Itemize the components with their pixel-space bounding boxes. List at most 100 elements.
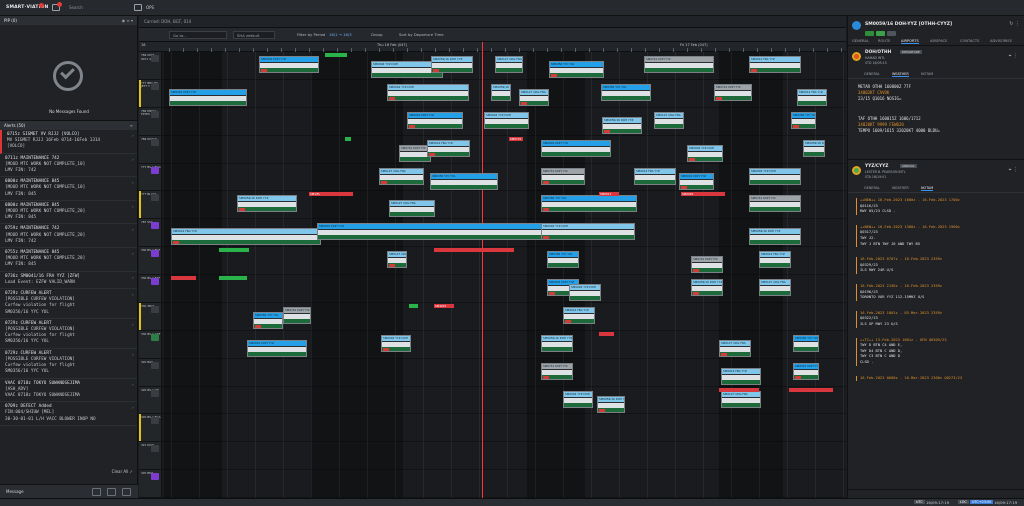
aircraft-action-icon[interactable]: [151, 194, 159, 202]
message-button[interactable]: Message: [6, 489, 24, 494]
chevron-right-icon[interactable]: ›: [132, 180, 134, 186]
clear-all-button[interactable]: Clear All ✓: [112, 469, 133, 474]
flight-block[interactable]: SM0059/16 DOH YYZ: [691, 279, 723, 296]
flight-block[interactable]: SM0004 YYZ DOH: [569, 284, 601, 301]
flight-block[interactable]: SM0059/16 DOH YYZ: [803, 139, 825, 157]
subtab-general[interactable]: GENERAL: [864, 186, 880, 190]
aircraft-registration[interactable]: 789 0C0CD: [139, 135, 162, 163]
aircraft-registration[interactable]: 787 SSC: [139, 219, 162, 247]
delay-bar[interactable]: [599, 331, 614, 336]
flight-block[interactable]: SM0059/16 DOH YYZ: [431, 56, 473, 73]
crosshair-icon[interactable]: ⌖ ⋮: [1009, 167, 1018, 173]
flight-block[interactable]: SM0356 YYC YUL: [601, 83, 651, 101]
notam-item[interactable]: 16.Feb.2023 2156z - 16.Feb.2023 2359z Q01…: [856, 284, 1011, 301]
flight-block[interactable]: SM0741 DOH YYC: [691, 256, 723, 274]
flight-block[interactable]: SM0014 FRA YYZ: [749, 56, 801, 73]
flight-block[interactable]: SM0004 YYZ DOH: [381, 334, 411, 352]
aircraft-action-icon[interactable]: [151, 222, 159, 230]
tab-general[interactable]: GENERAL: [852, 39, 869, 43]
aircraft-registration[interactable]: 320 BS-A YPI: [139, 386, 162, 414]
flight-block[interactable]: SM0741 DOH YYC: [644, 56, 714, 73]
ground-bar[interactable]: [345, 136, 351, 141]
flight-block[interactable]: SM0001 DOH YYZ: [679, 172, 714, 190]
flight-block[interactable]: SM0059/16 DOH YYZ: [602, 116, 642, 134]
subtab-general[interactable]: GENERAL: [864, 72, 880, 76]
tab-advisories[interactable]: ADVISORIES: [990, 39, 1012, 43]
flight-block[interactable]: SM0741 DOH YYC: [541, 167, 585, 185]
list-icon[interactable]: [92, 488, 101, 496]
aircraft-action-icon[interactable]: [151, 82, 159, 90]
pip-controls-icon[interactable]: ◉ ≡ ▾: [122, 18, 133, 23]
flight-block[interactable]: SM0356 YYC YUL: [549, 61, 604, 78]
flight-block[interactable]: SM0741 DOH YYC: [283, 306, 311, 324]
flight-block[interactable]: SM0014 FRA YYZ: [797, 88, 827, 106]
chevron-right-icon[interactable]: ›: [132, 292, 134, 298]
alert-item[interactable]: 0800z MAINTENANCE 845 [MOOD MTC WORK NOT …: [0, 201, 137, 225]
delay-bar[interactable]: [719, 387, 759, 392]
flight-block[interactable]: SM0004 YYZ DOH: [749, 167, 801, 185]
aircraft-registration[interactable]: 320 BS-A BGA: [139, 414, 162, 442]
flight-block[interactable]: SM0356 YYC YUL: [793, 334, 819, 352]
aircraft-action-icon[interactable]: [151, 333, 159, 341]
flight-block[interactable]: SM0059/16 DOH YYZ: [749, 228, 801, 246]
filter-chip[interactable]: 16/1 → 16/3: [329, 32, 352, 37]
flight-block[interactable]: SM0001 DOH YYZ: [407, 111, 463, 129]
chevron-right-icon[interactable]: ›: [132, 322, 134, 328]
aircraft-registration[interactable]: 330 BS-A GRF: [139, 330, 162, 358]
flight-block[interactable]: SM0127 CDG FRA: [721, 390, 761, 408]
aircraft-registration[interactable]: 330 3BLP: [139, 302, 162, 330]
notam-item[interactable]: 16.Feb.2023 0600z - 10.Mar.2023 2300z Q0…: [856, 375, 1011, 382]
flight-block[interactable]: SM0127 CDG FRA: [389, 200, 435, 218]
goto-input[interactable]: Go to...: [169, 31, 227, 39]
delay-bar[interactable]: [789, 387, 833, 392]
delay-bar[interactable]: [171, 276, 196, 280]
alert-item[interactable]: 0729z CURFEW ALERT [POSSIBLE CURFEW VIOLA…: [0, 349, 137, 379]
flight-block[interactable]: SM0014 FRA YYZ: [759, 251, 791, 269]
flight-block[interactable]: SM0127 CDG FRA: [495, 56, 523, 73]
flight-block[interactable]: SM0014 FRA YYZ: [563, 306, 595, 324]
flight-block[interactable]: SM0004 YYZ DOH: [484, 111, 529, 129]
aircraft-registration[interactable]: 320 BMA: [139, 470, 162, 497]
alert-item[interactable]: 0755z MAINTENANCE 845 [MOOD MTC WORK NOT …: [0, 248, 137, 272]
alert-item[interactable]: 0736z SM0041/16 FRA YYZ [ZFW] Load Event:…: [0, 272, 137, 290]
alert-item[interactable]: 0711z MAINTENANCE 742 [MOOD MTC WORK NOT …: [0, 154, 137, 178]
flight-block[interactable]: SM0059/16 DOH YYZ: [237, 195, 297, 213]
flight-block[interactable]: SM0127 CDG FRA: [654, 111, 684, 129]
flight-block[interactable]: SM0014 FRA YYZ: [171, 228, 321, 246]
aircraft-action-icon[interactable]: [151, 417, 159, 425]
alerts-menu-icon[interactable]: ≡: [130, 123, 133, 128]
filter-label[interactable]: Filter by Period: [297, 32, 325, 37]
chevron-right-icon[interactable]: ›: [132, 352, 134, 358]
tab-airspace[interactable]: AIRSPACE: [930, 39, 947, 43]
group-button[interactable]: Group: [371, 32, 383, 37]
subtab-weather[interactable]: WEATHER: [892, 186, 909, 190]
ground-bar[interactable]: [219, 248, 249, 253]
chevron-right-icon[interactable]: ›: [132, 251, 134, 257]
flight-block[interactable]: SM0004 YYZ DOH: [563, 390, 593, 408]
aircraft-action-icon[interactable]: [151, 55, 159, 62]
flight-block[interactable]: SM0127 CDG FRA: [719, 339, 751, 357]
flight-block[interactable]: SM0356 YYC YUL: [547, 251, 579, 269]
flight-block[interactable]: SM0127 CDG FRA: [387, 251, 407, 269]
aircraft-registration[interactable]: 330 BS-A BGF: [139, 247, 162, 274]
aircraft-action-icon[interactable]: [151, 138, 159, 146]
refresh-icon[interactable]: ↻ ⋮: [1009, 21, 1020, 27]
crosshair-icon[interactable]: ⌖ ⋮: [1009, 53, 1018, 59]
flight-block[interactable]: SM0356 YYC YUL: [791, 111, 816, 129]
alert-item[interactable]: 0709z DEFECT Added FIN:004/SHIUW [MEL] 30-…: [0, 402, 137, 426]
flight-block[interactable]: SM0001 DOH YYZ: [793, 362, 819, 380]
flight-block[interactable]: SM0001 DOH YYZ: [541, 139, 611, 157]
aircraft-action-icon[interactable]: [151, 361, 159, 369]
notam-item[interactable]: ++TC++ 13.Feb.2023 1601z - UFN Q0305/23 T…: [856, 337, 1011, 366]
menu-icon[interactable]: [134, 4, 142, 11]
alert-item[interactable]: 0729z CURFEW ALERT [POSSIBLE CURFEW VIOLA…: [0, 319, 137, 349]
flight-block[interactable]: SM0059/16 DOH YYZ: [597, 395, 625, 413]
aircraft-action-icon[interactable]: [151, 305, 159, 313]
flight-block[interactable]: SM0741 DOH YYC: [541, 362, 573, 380]
chevron-right-icon[interactable]: ›: [132, 133, 134, 139]
flight-block[interactable]: SM0014 FRA YYZ: [427, 139, 470, 157]
alert-item[interactable]: 0715z SIGMET VV RJJJ [VOLCO] MV SIGMET RJ…: [0, 130, 137, 154]
aircraft-registration[interactable]: 777 BLLDT: [139, 191, 162, 219]
flight-block[interactable]: SM0004 YYZ DOH: [387, 83, 469, 101]
alert-item[interactable]: 0759z MAINTENANCE 742 [MOOD MTC WORK NOT …: [0, 224, 137, 249]
